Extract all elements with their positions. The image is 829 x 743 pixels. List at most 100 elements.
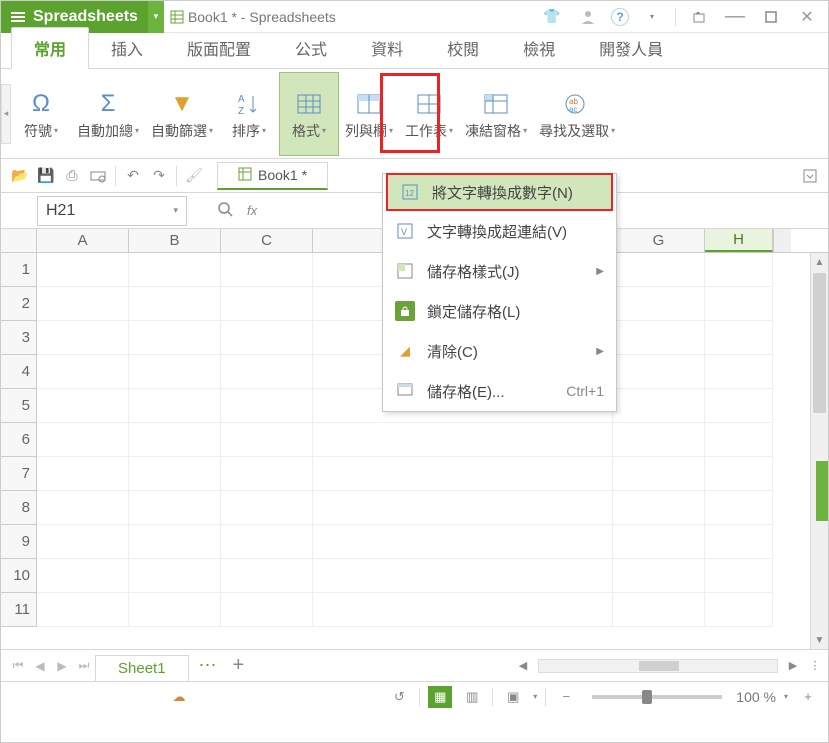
cell[interactable] (37, 525, 129, 559)
cell[interactable] (221, 457, 313, 491)
cell[interactable] (221, 593, 313, 627)
tab-layout[interactable]: 版面配置 (165, 28, 273, 68)
row-header[interactable]: 6 (1, 423, 37, 457)
cell[interactable] (37, 491, 129, 525)
cell[interactable] (613, 457, 705, 491)
col-header-h[interactable]: H (705, 229, 773, 252)
cell[interactable] (37, 321, 129, 355)
cell[interactable] (129, 559, 221, 593)
cell[interactable] (313, 525, 613, 559)
cell[interactable] (221, 253, 313, 287)
cell[interactable] (37, 457, 129, 491)
col-header-b[interactable]: B (129, 229, 221, 252)
minimize-button[interactable]: — (722, 4, 748, 30)
cell[interactable] (313, 491, 613, 525)
reading-layout-icon[interactable]: ▣ (501, 686, 525, 708)
menu-lock-cells[interactable]: 鎖定儲存格(L) (383, 291, 616, 331)
history-icon[interactable]: ↺ (387, 686, 411, 708)
cell[interactable] (613, 559, 705, 593)
ribbon-collapse-left[interactable]: ◂ (1, 84, 11, 144)
restore-down-icon[interactable] (686, 4, 712, 30)
cell[interactable] (705, 321, 773, 355)
tab-review[interactable]: 校閱 (425, 28, 501, 68)
toolbar-overflow-button[interactable] (798, 164, 822, 188)
sheet-nav-prev[interactable]: ◀ (29, 659, 51, 673)
col-header-g[interactable]: G (613, 229, 705, 252)
scroll-left-icon[interactable]: ◀ (514, 659, 532, 672)
tab-formula[interactable]: 公式 (273, 28, 349, 68)
cell[interactable] (129, 389, 221, 423)
cell[interactable] (705, 389, 773, 423)
cell[interactable] (705, 559, 773, 593)
print-preview-icon[interactable] (85, 163, 111, 189)
find-button[interactable]: abac 尋找及選取▾ (533, 72, 621, 156)
cell[interactable] (705, 423, 773, 457)
open-icon[interactable]: 📂 (7, 163, 33, 189)
cell[interactable] (221, 559, 313, 593)
cell[interactable] (129, 423, 221, 457)
cell[interactable] (129, 491, 221, 525)
cell[interactable] (705, 355, 773, 389)
slider-knob[interactable] (642, 690, 652, 704)
workbook-tab[interactable]: Book1 * (217, 162, 328, 190)
cell[interactable] (37, 593, 129, 627)
tab-insert[interactable]: 插入 (89, 28, 165, 68)
cell[interactable] (37, 559, 129, 593)
menu-text-to-hyperlink[interactable]: V 文字轉換成超連結(V) (383, 211, 616, 251)
sheet-nav-last[interactable]: ⏭ (73, 658, 95, 673)
cell[interactable] (129, 253, 221, 287)
cell[interactable] (705, 457, 773, 491)
cell[interactable] (221, 287, 313, 321)
redo-icon[interactable]: ↷ (146, 163, 172, 189)
cell[interactable] (129, 321, 221, 355)
cloud-icon[interactable]: ☁ (167, 686, 191, 708)
cell[interactable] (37, 355, 129, 389)
tab-developer[interactable]: 開發人員 (577, 28, 685, 68)
row-header[interactable]: 11 (1, 593, 37, 627)
sheet-nav-next[interactable]: ▶ (51, 659, 73, 673)
cell[interactable] (221, 491, 313, 525)
cell[interactable] (705, 593, 773, 627)
scroll-down-icon[interactable]: ▼ (811, 631, 828, 649)
autofilter-button[interactable]: ▼ 自動篩選▾ (145, 72, 219, 156)
menu-format-cells[interactable]: 儲存格(E)... Ctrl+1 (383, 371, 616, 411)
cell[interactable] (221, 389, 313, 423)
cell[interactable] (613, 253, 705, 287)
tshirt-icon[interactable]: 👕 (539, 4, 565, 30)
cell[interactable] (313, 593, 613, 627)
cell[interactable] (221, 423, 313, 457)
name-box[interactable]: H21 ▾ (37, 196, 187, 226)
symbol-button[interactable]: Ω 符號▾ (11, 72, 71, 156)
cell[interactable] (613, 491, 705, 525)
cell[interactable] (613, 355, 705, 389)
cell[interactable] (705, 287, 773, 321)
side-panel-handle[interactable] (816, 461, 828, 521)
print-direct-icon[interactable]: ⎙ (59, 163, 85, 189)
cell[interactable] (37, 287, 129, 321)
maximize-button[interactable] (758, 4, 784, 30)
worksheet-button[interactable]: 工作表▾ (399, 72, 459, 156)
cell[interactable] (613, 593, 705, 627)
scrollbar-thumb[interactable] (639, 661, 679, 671)
cell[interactable] (129, 593, 221, 627)
col-header-c[interactable]: C (221, 229, 313, 252)
menu-cell-styles[interactable]: 儲存格樣式(J) ▶ (383, 251, 616, 291)
horizontal-scrollbar[interactable]: ◀ ▶ ⋮ (514, 659, 822, 673)
add-sheet-button[interactable]: + (227, 654, 251, 677)
row-header[interactable]: 10 (1, 559, 37, 593)
cell[interactable] (613, 525, 705, 559)
cell[interactable] (705, 253, 773, 287)
cell[interactable] (221, 355, 313, 389)
row-header[interactable]: 8 (1, 491, 37, 525)
sheet-list-icon[interactable]: ⋯ (189, 655, 227, 676)
zoom-level[interactable]: 100 % (736, 689, 776, 705)
close-button[interactable]: ✕ (794, 4, 820, 30)
split-handle[interactable]: ⋮ (808, 659, 822, 672)
save-icon[interactable]: 💾 (33, 163, 59, 189)
col-header-a[interactable]: A (37, 229, 129, 252)
cell[interactable] (221, 525, 313, 559)
sheet-tab[interactable]: Sheet1 (95, 655, 189, 681)
fx-icon[interactable]: fx (247, 203, 257, 218)
cell[interactable] (37, 253, 129, 287)
help-dropdown[interactable]: ▾ (639, 4, 665, 30)
